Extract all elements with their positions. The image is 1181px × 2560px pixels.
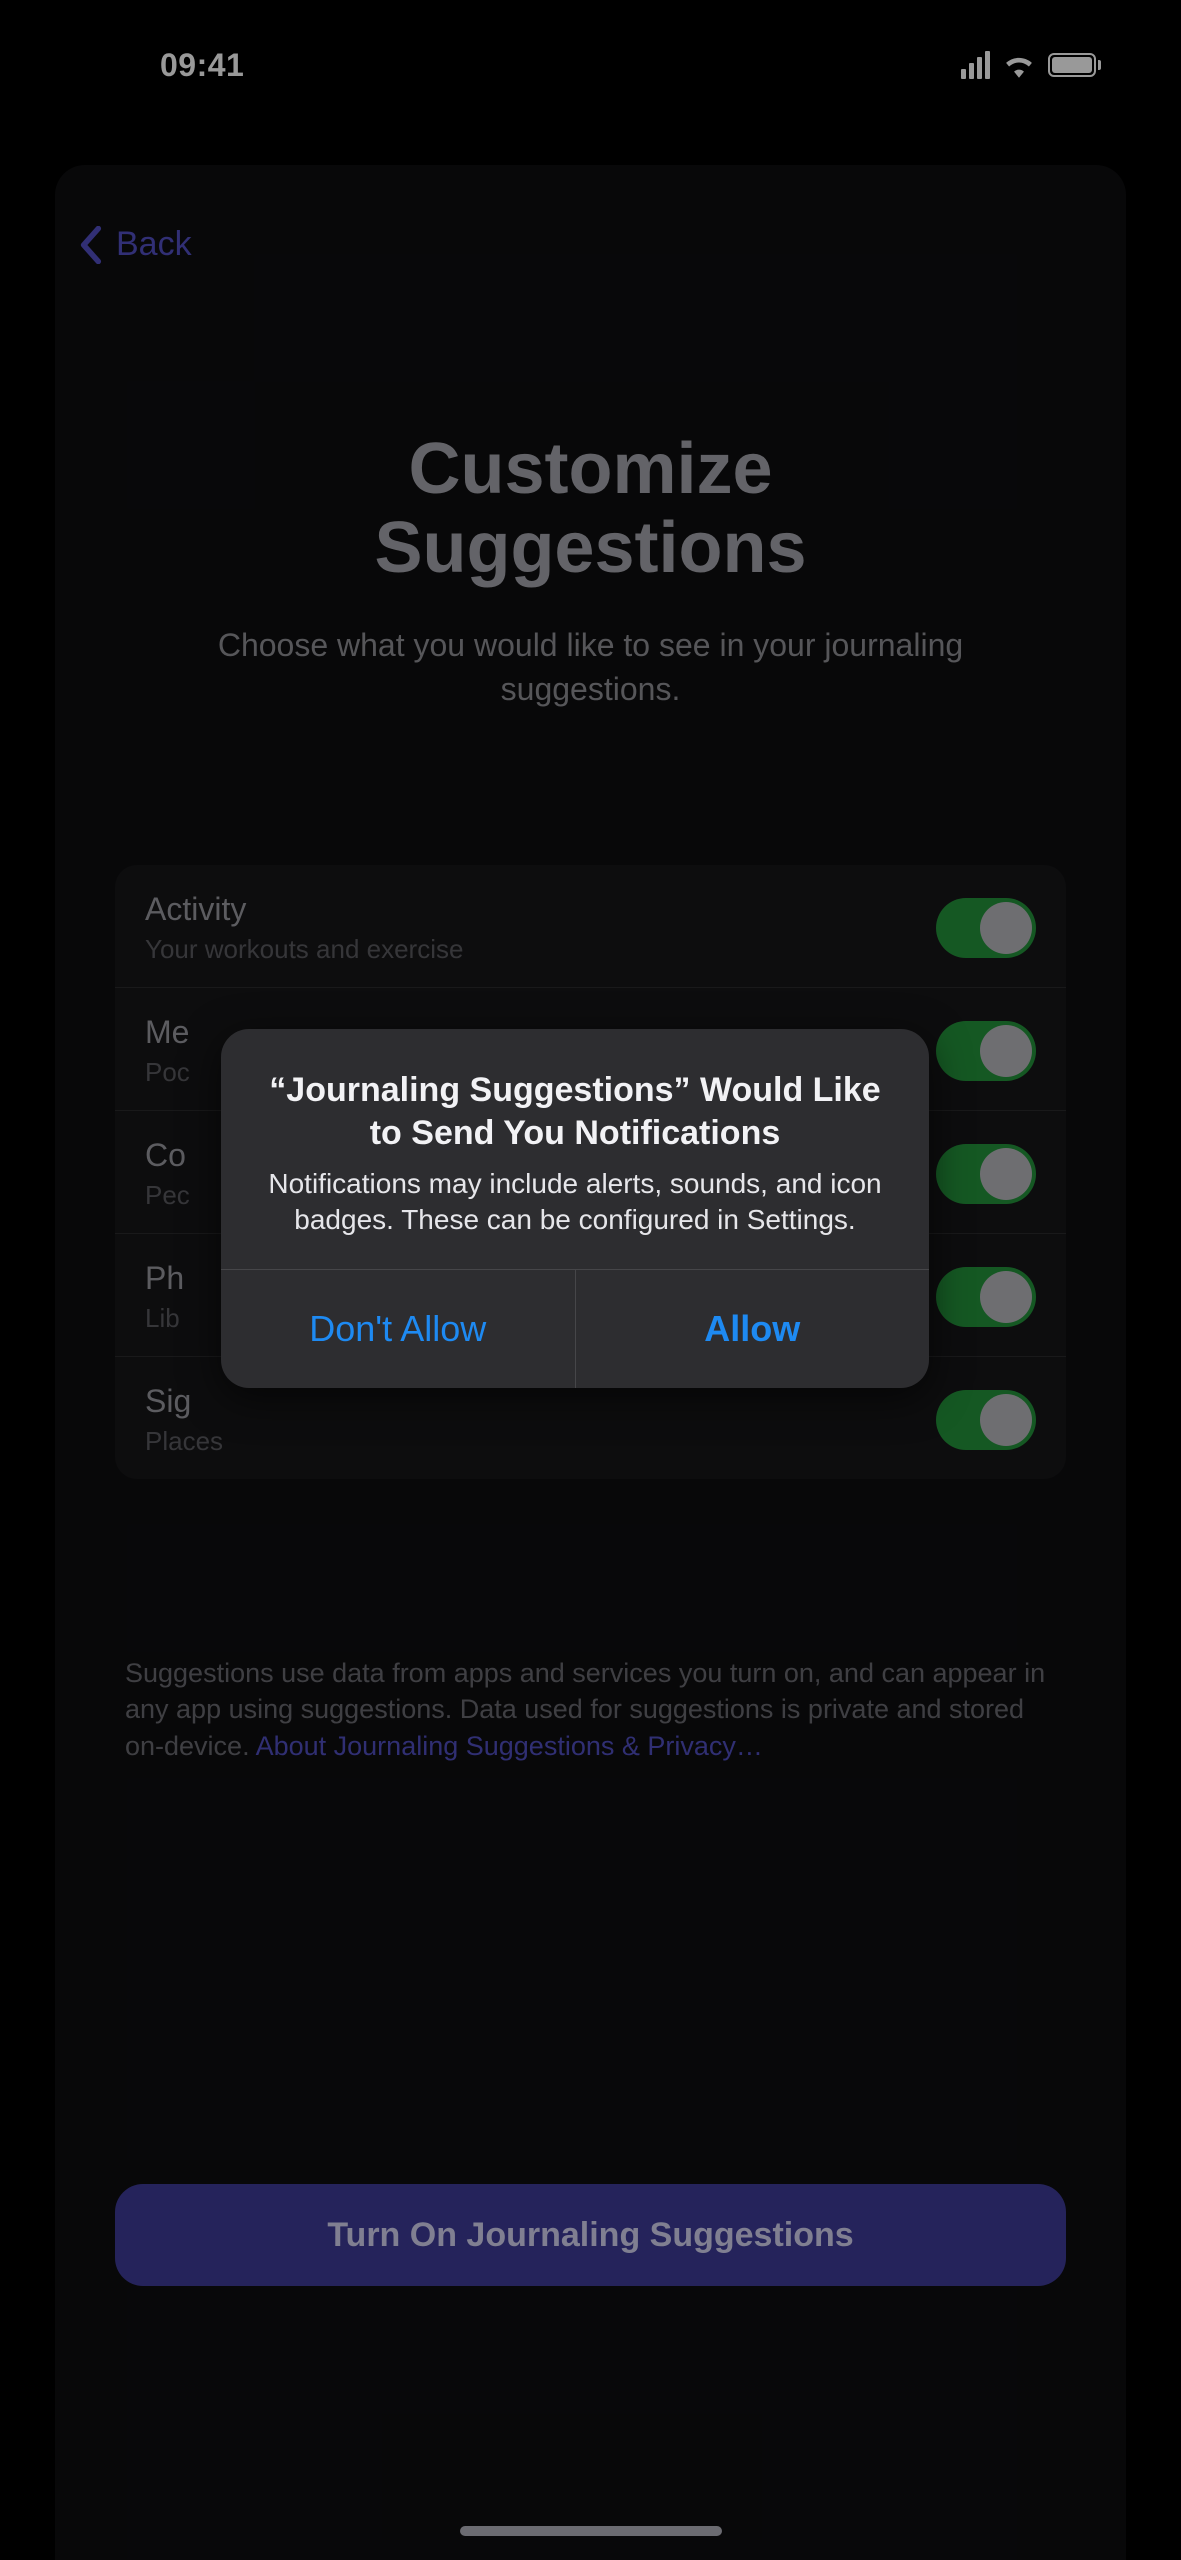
- allow-button[interactable]: Allow: [575, 1270, 930, 1388]
- screen: 09:41 Back Customize Suggestions: [0, 0, 1181, 2560]
- alert-body: Notifications may include alerts, sounds…: [265, 1166, 885, 1239]
- home-indicator[interactable]: [460, 2526, 722, 2536]
- alert-title: “Journaling Suggestions” Would Like to S…: [265, 1069, 885, 1154]
- notification-permission-alert: “Journaling Suggestions” Would Like to S…: [221, 1029, 929, 1388]
- dont-allow-button[interactable]: Don't Allow: [221, 1270, 575, 1388]
